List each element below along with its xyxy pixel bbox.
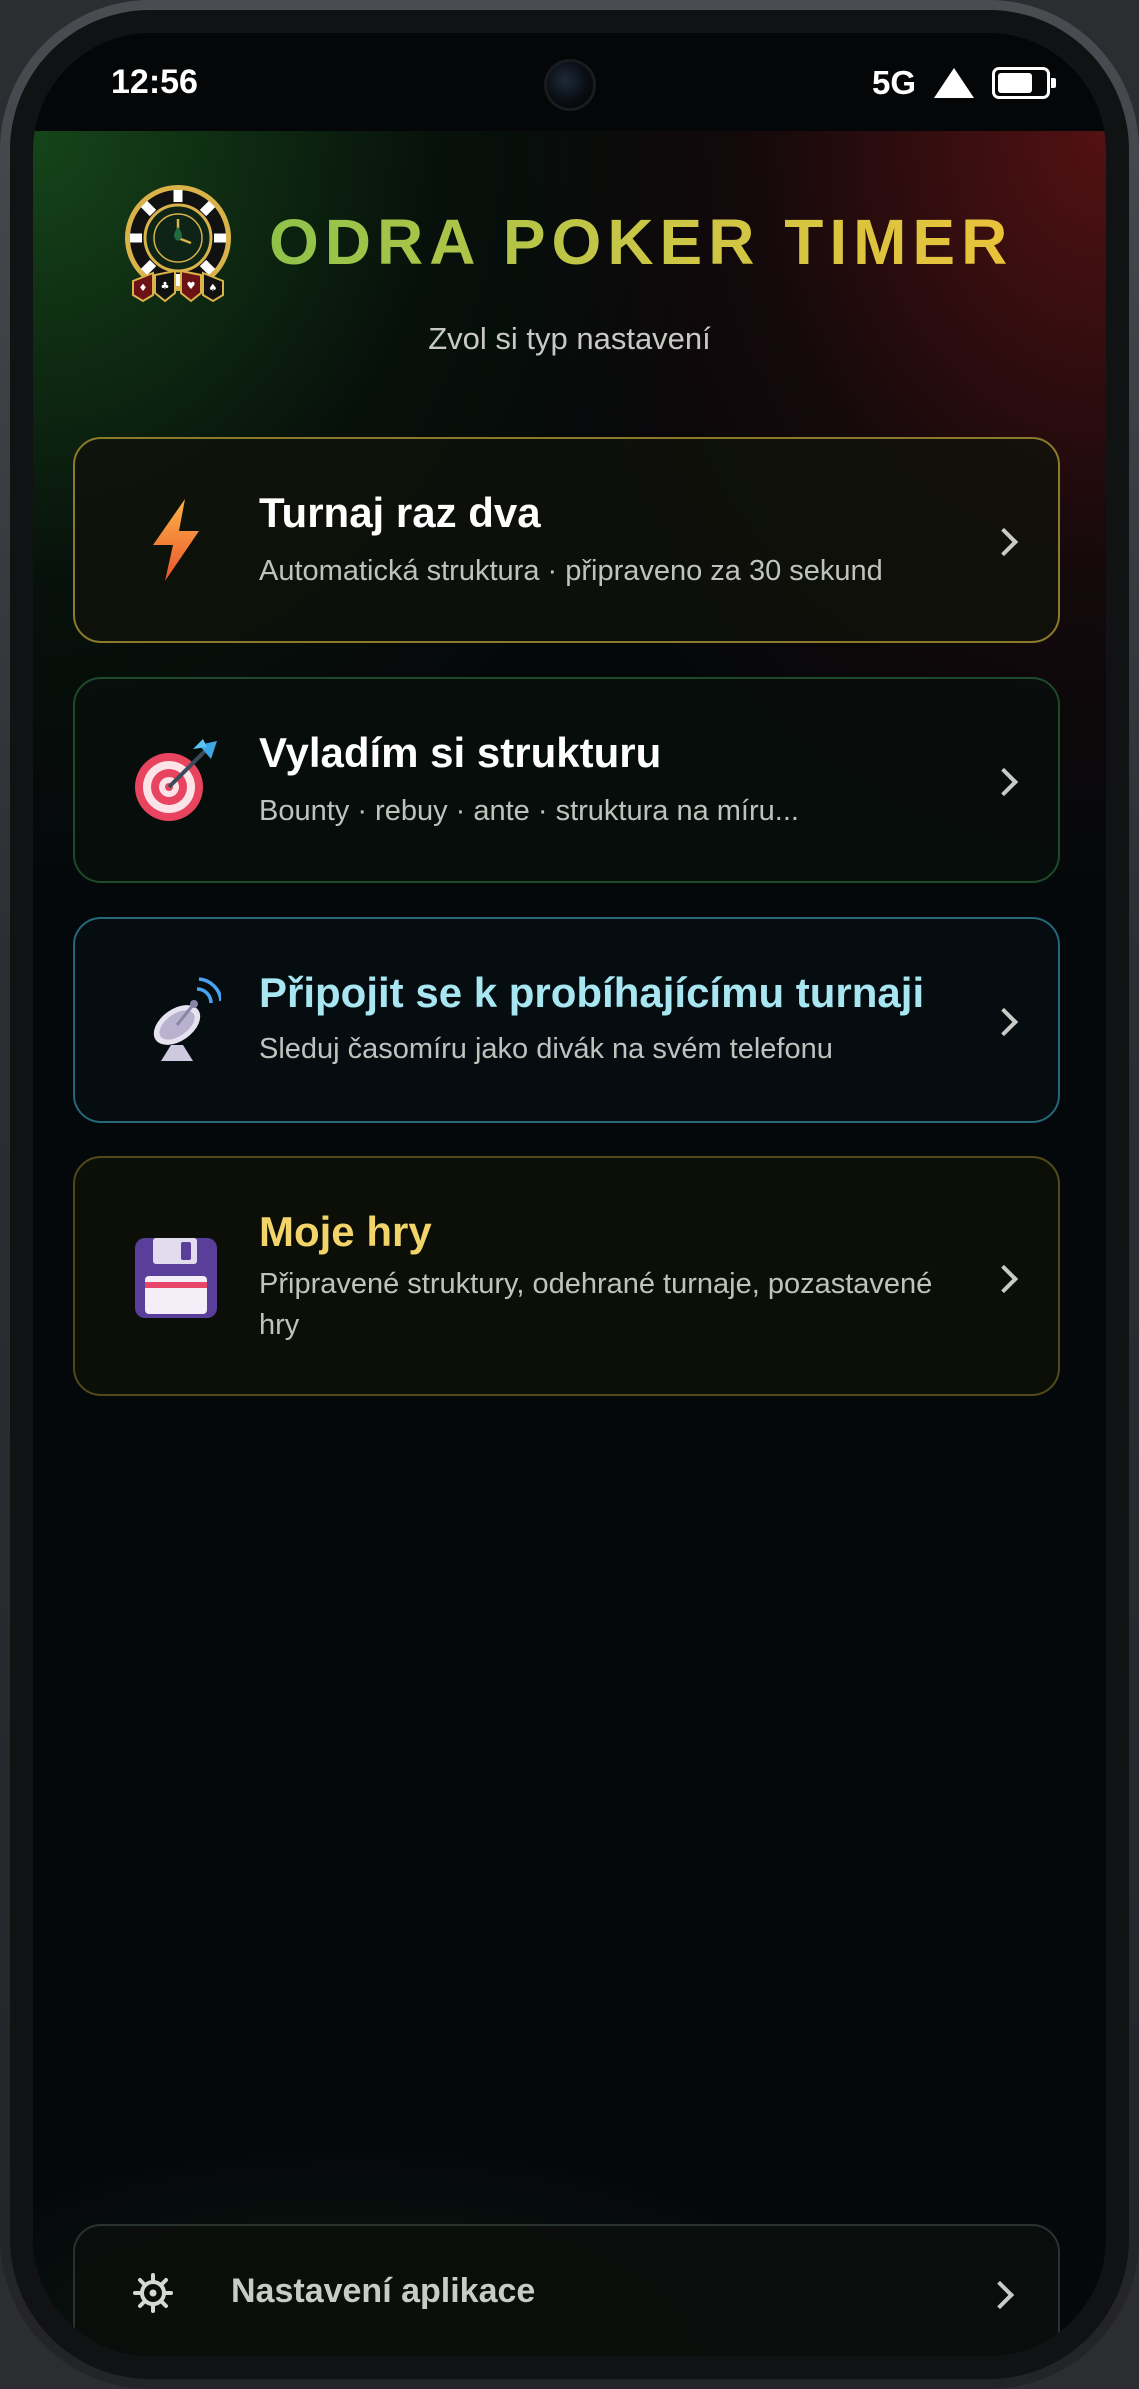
- option-description: Sleduj časomíru jako divák na svém telef…: [259, 1033, 833, 1065]
- option-description: Automatická struktura · připraveno za 30…: [259, 555, 883, 587]
- lightning-icon: [153, 499, 199, 581]
- gear-icon: [133, 2273, 173, 2313]
- floppy-disk-icon: [135, 1238, 217, 1318]
- option-my-games[interactable]: Moje hry Připravené struktury, odehrané …: [73, 1156, 1060, 1396]
- svg-text:♣: ♣: [161, 281, 170, 292]
- status-indicators: 5G: [871, 63, 1056, 103]
- svg-text:♦: ♦: [139, 283, 148, 294]
- screen: 12:56 5G ♦ ♣ ♥ ♠ ODRA POKER TIMER Zvol s…: [33, 33, 1106, 2356]
- dart-target-icon: [135, 739, 217, 821]
- app-main: ♦ ♣ ♥ ♠ ODRA POKER TIMER Zvol si typ nas…: [33, 131, 1106, 2356]
- chevron-right-icon: [989, 767, 1019, 797]
- option-description: Připravené struktury, odehrané turnaje, …: [259, 1268, 933, 1341]
- signal-icon: [934, 68, 974, 98]
- settings-label: Nastavení aplikace: [231, 2272, 536, 2310]
- chevron-right-icon: [989, 527, 1019, 557]
- option-title: Vyladím si strukturu: [259, 729, 662, 776]
- front-camera: [544, 59, 596, 111]
- option-title: Moje hry: [259, 1208, 432, 1255]
- app-title: ODRA POKER TIMER: [269, 206, 1014, 278]
- app-header: ♦ ♣ ♥ ♠ ODRA POKER TIMER: [33, 183, 1106, 303]
- chevron-right-icon: [989, 1007, 1019, 1037]
- network-label: 5G: [871, 64, 916, 101]
- option-title: Připojit se k probíhajícímu turnaji: [259, 969, 925, 1016]
- chevron-right-icon: [985, 2280, 1015, 2310]
- poker-chip-timer-logo: ♦ ♣ ♥ ♠: [125, 185, 231, 303]
- battery-icon: [992, 67, 1056, 99]
- settings-button[interactable]: Nastavení aplikace: [73, 2224, 1060, 2356]
- svg-text:♠: ♠: [209, 283, 218, 294]
- satellite-dish-icon: [153, 977, 221, 1061]
- option-title: Turnaj raz dva: [259, 489, 541, 536]
- option-custom-structure[interactable]: Vyladím si strukturu Bounty · rebuy · an…: [73, 677, 1060, 883]
- status-time: 12:56: [111, 63, 198, 101]
- svg-text:♥: ♥: [187, 281, 196, 292]
- chevron-right-icon: [989, 1264, 1019, 1294]
- page-subtitle: Zvol si typ nastavení: [428, 321, 711, 356]
- option-quick-tournament[interactable]: Turnaj raz dva Automatická struktura · p…: [73, 437, 1060, 643]
- option-description: Bounty · rebuy · ante · struktura na mír…: [259, 795, 799, 827]
- option-join-tournament[interactable]: Připojit se k probíhajícímu turnaji Sled…: [73, 917, 1060, 1123]
- status-bar: 12:56 5G: [33, 33, 1106, 131]
